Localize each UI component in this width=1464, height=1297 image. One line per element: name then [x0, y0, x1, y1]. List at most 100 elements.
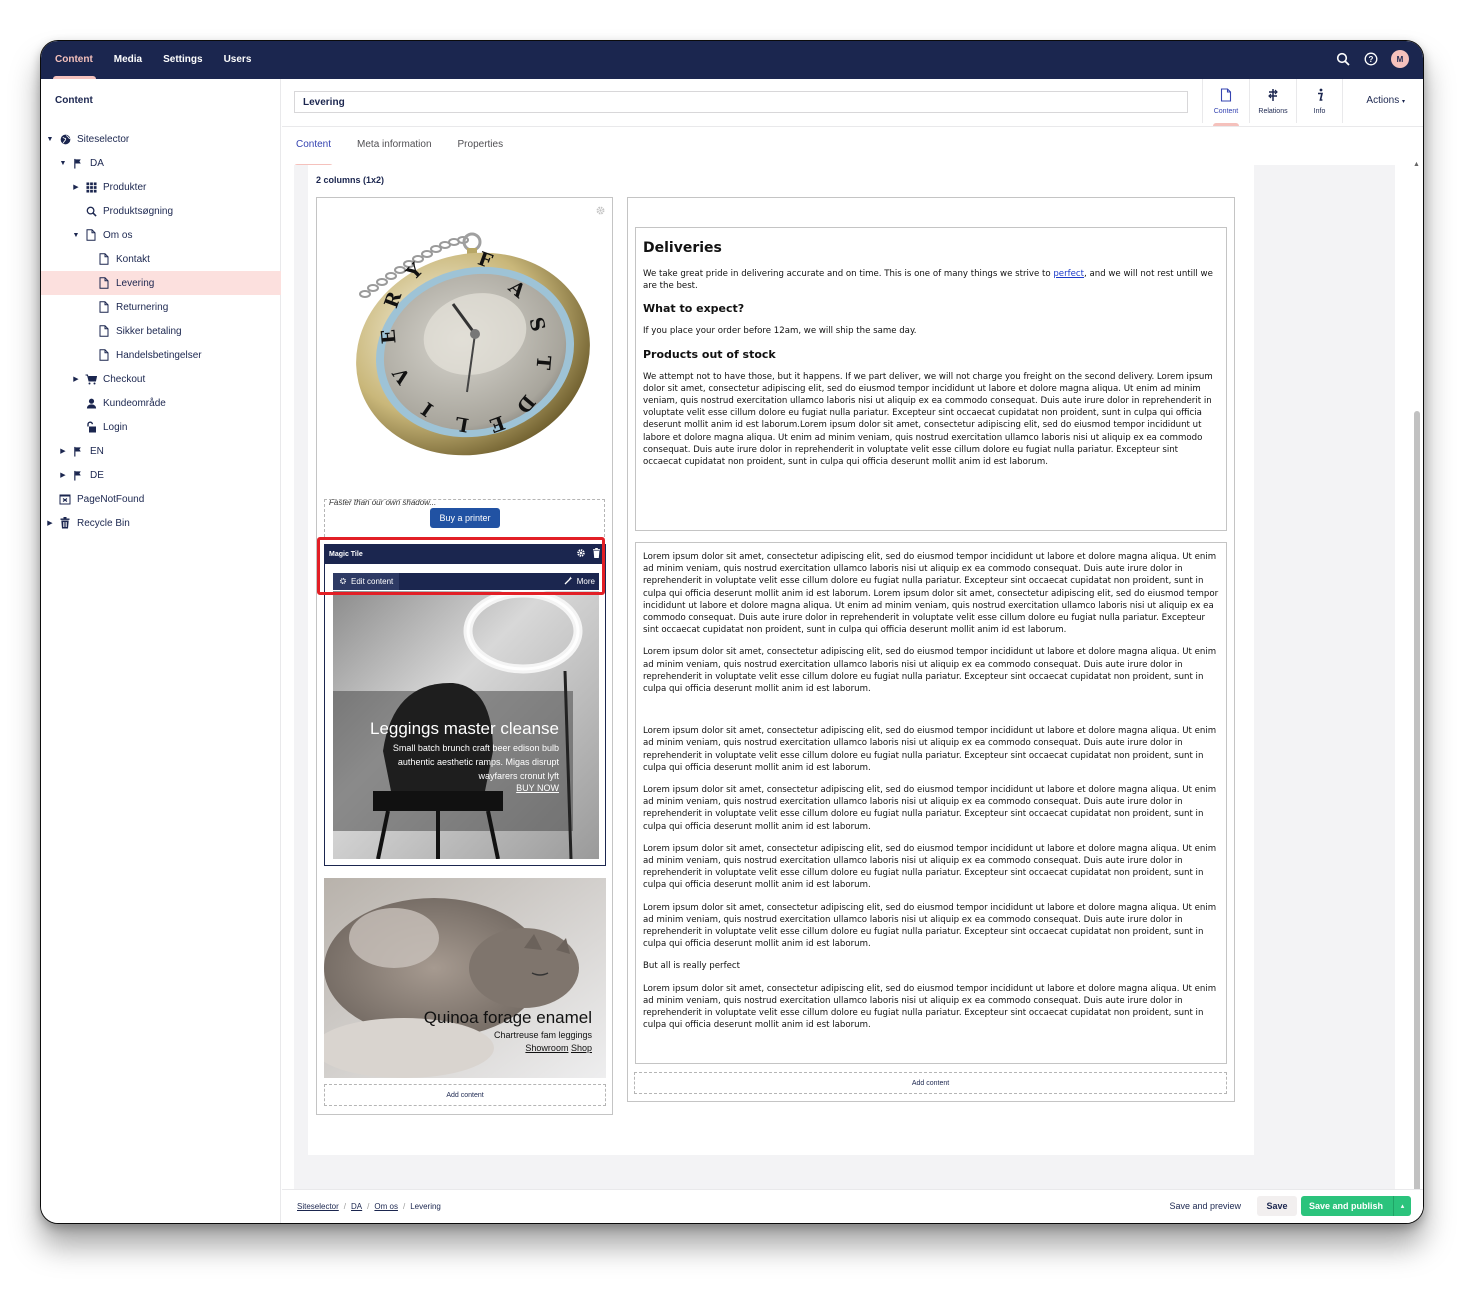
buy-printer-button[interactable]: Buy a printer: [430, 508, 500, 528]
tree-node-label: Kontakt: [116, 253, 150, 265]
grid-layout-label: 2 columns (1x2): [316, 175, 385, 185]
lorem-paragraph: Lorem ipsum dolor sit amet, consectetur …: [643, 843, 1217, 891]
section-tab-content[interactable]: Content: [53, 41, 104, 79]
grid-cell-left[interactable]: FASTDELIVERY Faster than our own shadow.…: [316, 197, 613, 1115]
add-content-button-right[interactable]: Add content: [634, 1072, 1227, 1094]
caret-right-icon[interactable]: ▶: [58, 471, 68, 479]
tree-node-om-os[interactable]: ▼ Om os: [41, 223, 281, 247]
info-icon: [1315, 88, 1325, 104]
tab-meta-information[interactable]: Meta information: [357, 127, 431, 165]
tree-node-recycle-bin[interactable]: ▶ Recycle Bin: [41, 511, 281, 535]
save-button[interactable]: Save: [1257, 1196, 1297, 1216]
top-actions: ? M: [1335, 50, 1409, 68]
pocket-watch-image: FASTDELIVERY: [325, 204, 605, 494]
cat-image-tile[interactable]: Quinoa forage enamel Chartreuse fam legg…: [324, 878, 606, 1078]
caret-right-icon[interactable]: ▶: [58, 447, 68, 455]
app-info[interactable]: Info: [1296, 79, 1343, 123]
tree-node-checkout[interactable]: ▶ Checkout: [41, 367, 281, 391]
tree-node-produktsøgning[interactable]: Produktsøgning: [41, 199, 281, 223]
tree-node-label: Login: [103, 421, 128, 433]
scroll-up-icon[interactable]: ▲: [1413, 161, 1420, 168]
editor-header: Content Relations Info Actions ▾: [282, 79, 1423, 127]
tree-node-handelsbetingelser[interactable]: Handelsbetingelser: [41, 343, 281, 367]
add-content-button-left[interactable]: Add content: [324, 1084, 606, 1106]
watch-letter: E: [377, 328, 400, 344]
tree-node-label: Handelsbetingelser: [116, 349, 202, 361]
tab-content[interactable]: Content: [293, 127, 334, 167]
app-content[interactable]: Content: [1202, 79, 1249, 126]
rich-text-block-lorem[interactable]: Lorem ipsum dolor sit amet, consectetur …: [635, 542, 1227, 1064]
help-icon[interactable]: ?: [1363, 51, 1379, 67]
scrollbar[interactable]: ▲ ▼: [1411, 161, 1421, 1223]
app-relations[interactable]: Relations: [1249, 79, 1296, 123]
out-of-stock-heading: Products out of stock: [643, 347, 776, 361]
content-tree-sidebar: Content ▼ Siteselector ▼ DA ▶ Produkter Produk…: [41, 79, 281, 1223]
tree-node-da[interactable]: ▼ DA: [41, 151, 281, 175]
section-tab-settings[interactable]: Settings: [163, 41, 213, 79]
grid-cell-right[interactable]: Deliveries We take great pride in delive…: [627, 197, 1235, 1102]
tree-node-label: Kundeområde: [103, 397, 166, 409]
tree-node-label: Levering: [116, 277, 155, 289]
rich-text-block-deliveries[interactable]: Deliveries We take great pride in delive…: [635, 227, 1227, 531]
perfect-link[interactable]: perfect: [1053, 269, 1084, 279]
search-icon[interactable]: [1335, 51, 1351, 67]
breadcrumb-da[interactable]: DA: [351, 1202, 362, 1211]
section-tab-users[interactable]: Users: [224, 41, 263, 79]
sidebar-title: Content: [55, 95, 93, 106]
avatar[interactable]: M: [1391, 50, 1409, 68]
document-icon: [98, 301, 110, 313]
scrollbar-thumb[interactable]: [1414, 411, 1420, 1201]
caret-down-icon[interactable]: ▼: [45, 136, 55, 143]
caret-down-icon[interactable]: ▼: [71, 232, 81, 239]
editor-scroll-area: 2 columns (1x2) F A S T D E L I V E R Y …: [294, 165, 1395, 1223]
highlight-annotation: [317, 537, 605, 595]
tree-node-de[interactable]: ▶ DE: [41, 463, 281, 487]
tree-node-label: DE: [90, 469, 104, 481]
breadcrumb-siteselector[interactable]: Siteselector: [297, 1202, 339, 1211]
document-icon: [98, 325, 110, 337]
tile-overlay-text: Leggings master cleanse Small batch brun…: [370, 719, 559, 793]
tree-node-kundeområde[interactable]: Kundeområde: [41, 391, 281, 415]
node-name-input[interactable]: [294, 91, 1188, 113]
tree-node-produkter[interactable]: ▶ Produkter: [41, 175, 281, 199]
actions-dropdown[interactable]: Actions ▾: [1366, 95, 1405, 106]
tree-node-sikker-betaling[interactable]: Sikker betaling: [41, 319, 281, 343]
out-of-stock-paragraph: We attempt not to have those, but it hap…: [643, 371, 1213, 468]
tree-node-login[interactable]: Login: [41, 415, 281, 439]
breadcrumb-separator: /: [367, 1202, 370, 1211]
buy-now-link[interactable]: BUY NOW: [370, 783, 559, 793]
document-icon: [98, 277, 110, 289]
breadcrumb-separator: /: [343, 1202, 347, 1211]
breadcrumb-om-os[interactable]: Om os: [374, 1202, 398, 1211]
tree-node-label: Produktsøgning: [103, 205, 174, 217]
ring-light-chair-image: Leggings master cleanse Small batch brun…: [333, 591, 599, 859]
tree-node-pagenotfound[interactable]: PageNotFound: [41, 487, 281, 511]
tree-node-kontakt[interactable]: Kontakt: [41, 247, 281, 271]
tree-node-label: Om os: [103, 229, 133, 241]
tree-node-levering[interactable]: Levering: [41, 271, 281, 295]
top-navigation-bar: Content Media Settings Users ? M: [41, 41, 1423, 79]
tab-properties[interactable]: Properties: [458, 127, 504, 165]
shop-link[interactable]: Shop: [571, 1043, 592, 1053]
expect-paragraph: If you place your order before 12am, we …: [643, 326, 917, 337]
caret-right-icon[interactable]: ▶: [71, 183, 81, 191]
caret-right-icon[interactable]: ▶: [71, 375, 81, 383]
section-tab-media[interactable]: Media: [114, 41, 153, 79]
showroom-link[interactable]: Showroom: [525, 1043, 568, 1053]
save-and-preview-button[interactable]: Save and preview: [1169, 1201, 1241, 1211]
publish-options-chevron-icon[interactable]: ▴: [1393, 1196, 1411, 1216]
deliveries-heading: Deliveries: [643, 240, 722, 256]
what-to-expect-heading: What to expect?: [643, 302, 745, 316]
caret-right-icon[interactable]: ▶: [45, 519, 55, 527]
cat-tile-links: Showroom Shop: [424, 1043, 592, 1053]
caret-down-icon[interactable]: ▼: [58, 160, 68, 167]
tree-node-en[interactable]: ▶ EN: [41, 439, 281, 463]
intro-paragraph: We take great pride in delivering accura…: [643, 268, 1219, 292]
tree-node-returnering[interactable]: Returnering: [41, 295, 281, 319]
document-icon: [98, 349, 110, 361]
document-icon: [1220, 87, 1232, 104]
tree-node-label: Siteselector: [77, 133, 130, 145]
save-and-publish-button[interactable]: Save and publish ▴: [1301, 1196, 1411, 1216]
cat-tile-sub: Chartreuse fam leggings: [493, 1030, 592, 1040]
tree-node-siteselector[interactable]: ▼ Siteselector: [41, 127, 281, 151]
